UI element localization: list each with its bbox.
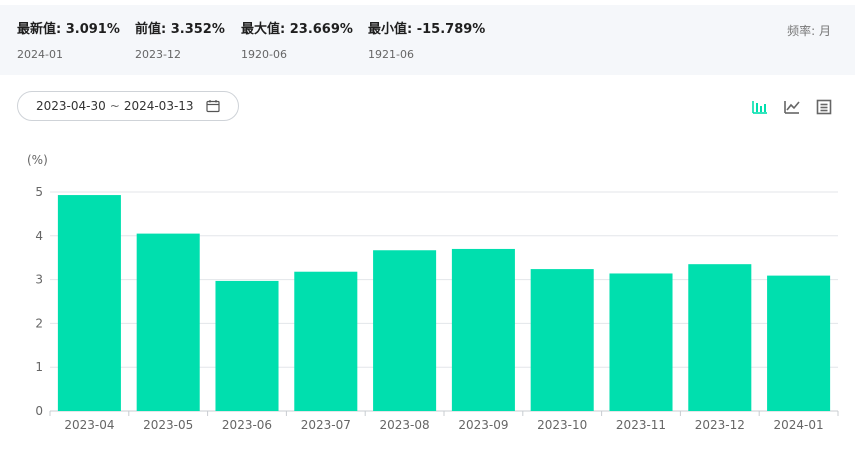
- stat-latest-value: 3.091%: [65, 22, 120, 37]
- y-tick-label: 2: [35, 316, 43, 330]
- bar-2023-08[interactable]: [373, 250, 437, 411]
- y-tick-label: 1: [35, 360, 43, 374]
- line-chart-icon[interactable]: [783, 98, 801, 116]
- view-switcher: [751, 98, 833, 116]
- x-tick-label: 2023-08: [380, 418, 430, 432]
- bar-2023-12[interactable]: [688, 264, 752, 411]
- stats-bar: 最新值: 3.091% 2024-01 前值: 3.352% 2023-12 最…: [0, 5, 855, 75]
- stat-previous-value: 3.352%: [170, 22, 225, 37]
- bar-2023-07[interactable]: [294, 271, 358, 411]
- date-range-separator: ~: [109, 99, 120, 113]
- stat-previous-date: 2023-12: [135, 48, 181, 61]
- bar-2023-06[interactable]: [215, 280, 279, 411]
- bar-chart-icon[interactable]: [751, 98, 769, 116]
- frequency-label[interactable]: 频率: 月: [787, 22, 831, 39]
- stat-max-label: 最大值:: [241, 22, 290, 37]
- stat-previous: 前值: 3.352% 2023-12: [135, 18, 225, 61]
- y-tick-label: 4: [35, 229, 43, 243]
- y-tick-label: 0: [35, 404, 43, 418]
- stat-min: 最小值: -15.789% 1921-06: [368, 18, 485, 61]
- stat-max: 最大值: 23.669% 1920-06: [241, 18, 353, 61]
- bar-2024-01[interactable]: [767, 275, 831, 411]
- stat-previous-label: 前值:: [135, 22, 171, 37]
- stat-latest: 最新值: 3.091% 2024-01: [17, 18, 120, 61]
- bar-2023-09[interactable]: [451, 248, 515, 411]
- stat-max-date: 1920-06: [241, 48, 287, 61]
- stat-latest-date: 2024-01: [17, 48, 63, 61]
- bar-2023-11[interactable]: [609, 273, 673, 411]
- date-range-start: 2023-04-30: [36, 99, 106, 113]
- x-tick-label: 2023-11: [616, 418, 666, 432]
- stat-min-label: 最小值:: [368, 22, 417, 37]
- y-unit-label: (%): [27, 153, 48, 167]
- x-tick-label: 2023-12: [695, 418, 745, 432]
- bar-2023-05[interactable]: [136, 233, 200, 411]
- stat-min-date: 1921-06: [368, 48, 414, 61]
- table-icon[interactable]: [815, 98, 833, 116]
- x-tick-label: 2023-04: [64, 418, 114, 432]
- x-tick-label: 2023-10: [537, 418, 587, 432]
- calendar-icon[interactable]: [206, 99, 220, 113]
- y-tick-label: 5: [35, 185, 43, 199]
- date-range-end: 2024-03-13: [123, 99, 194, 113]
- stat-min-value: -15.789%: [416, 22, 486, 37]
- x-tick-label: 2023-07: [301, 418, 351, 432]
- x-tick-label: 2023-05: [143, 418, 193, 432]
- stat-latest-label: 最新值:: [17, 22, 66, 37]
- bar-chart: (%) 0 1 2 3 4 5 2023-04 2023-05 2023-06 2023-07 202…: [27, 153, 839, 432]
- date-range-picker[interactable]: 2023-04-30 ~ 2024-03-13: [17, 91, 239, 121]
- bar-2023-10[interactable]: [530, 269, 594, 411]
- x-tick-label: 2023-06: [222, 418, 272, 432]
- x-tick-label: 2023-09: [458, 418, 508, 432]
- x-tick-label: 2024-01: [774, 418, 824, 432]
- y-tick-label: 3: [35, 273, 43, 287]
- bar-2023-04[interactable]: [57, 195, 121, 411]
- stat-max-value: 23.669%: [289, 22, 353, 37]
